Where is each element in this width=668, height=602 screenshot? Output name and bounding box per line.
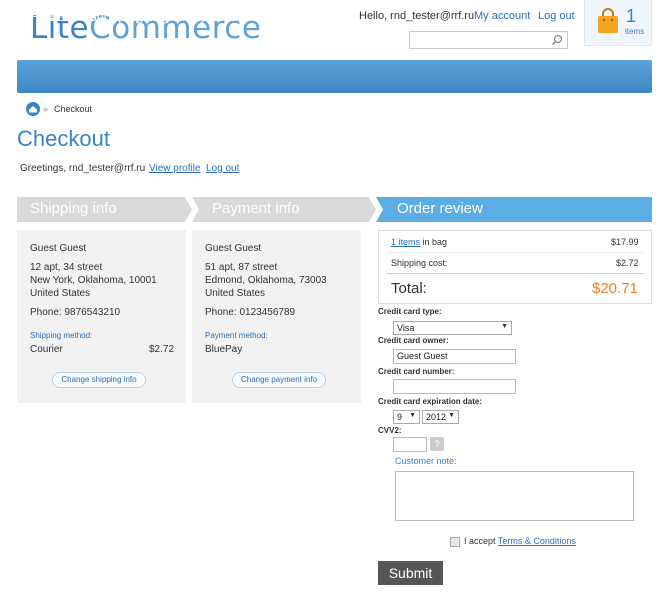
step-shipping[interactable]: Shipping info [30, 200, 117, 217]
cvv-label: CVV2: [378, 426, 402, 435]
greeting-text: Greetings, rnd_tester@rrf.ru [20, 163, 146, 174]
card-type-select[interactable]: Visa ▼ [393, 321, 512, 335]
nav-contact-us[interactable]: Contact us [279, 9, 341, 24]
shipping-method-label: Shipping method: [30, 331, 93, 340]
payment-method-label: Payment method: [205, 331, 268, 340]
customer-note-textarea[interactable] [395, 471, 634, 521]
shipping-address2: New York, Oklahoma, 10001 [30, 275, 157, 286]
card-number-input[interactable] [393, 379, 516, 394]
card-owner-label: Credit card owner: [378, 336, 449, 345]
payment-phone: Phone: 0123456789 [205, 307, 296, 318]
items-suffix: in bag [422, 237, 448, 247]
total-value: $20.71 [592, 280, 638, 297]
items-link[interactable]: 1 items [391, 237, 420, 247]
cart-items-label: items [625, 27, 645, 36]
shipping-method-price: $2.72 [149, 344, 175, 355]
terms-link[interactable]: Terms & Conditions [498, 536, 576, 546]
exp-year-select[interactable]: 2012 ▼ [422, 410, 459, 424]
shipping-name: Guest Guest [30, 243, 87, 254]
card-type-label: Credit card type: [378, 307, 442, 316]
shipping-address1: 12 apt, 34 street [30, 262, 103, 273]
breadcrumb-separator: » [43, 104, 49, 114]
payment-country: United States [205, 288, 266, 299]
shipping-method: Courier [30, 344, 63, 355]
accept-terms-checkbox[interactable] [450, 537, 460, 547]
shipping-cost-label: Shipping cost: [391, 258, 448, 268]
step-payment[interactable]: Payment info [212, 200, 300, 217]
chevron-down-icon: ▼ [448, 412, 455, 419]
divider [386, 252, 645, 253]
shipping-phone: Phone: 9876543210 [30, 307, 121, 318]
payment-method: BluePay [205, 344, 243, 355]
nav-shopping-bag[interactable]: Shopping bag [88, 9, 168, 24]
items-in-bag: 1 items in bag [391, 237, 447, 247]
divider [386, 273, 645, 274]
total-label: Total: [391, 280, 427, 297]
accept-text: I accept [464, 536, 496, 546]
nav-my-account[interactable]: My account [189, 9, 255, 24]
my-account-link[interactable]: My account [474, 10, 530, 22]
cvv-input[interactable] [393, 437, 427, 452]
log-out-link[interactable]: Log out [538, 10, 575, 22]
breadcrumb-current: Checkout [54, 104, 93, 114]
search-icon[interactable] [551, 34, 563, 46]
card-number-label: Credit card number: [378, 367, 455, 376]
step-review: Order review [397, 200, 483, 217]
view-profile-link[interactable]: View profile [149, 163, 201, 174]
hello-text: Hello, rnd_tester@rrf.ru [359, 10, 475, 22]
card-owner-input[interactable]: Guest Guest [393, 349, 516, 364]
payment-name: Guest Guest [205, 243, 262, 254]
search-input[interactable] [409, 31, 568, 49]
main-nav [17, 60, 652, 93]
payment-address2: Edmond, Oklahoma, 73003 [205, 275, 327, 286]
shipping-country: United States [30, 288, 91, 299]
change-shipping-button[interactable]: Change shipping info [52, 372, 146, 388]
submit-button[interactable]: Submit [378, 561, 443, 585]
accept-terms: I accept Terms & Conditions [464, 536, 576, 546]
card-type-value: Visa [397, 323, 415, 333]
exp-year-value: 2012 [426, 412, 447, 422]
shipping-cost-value: $2.72 [616, 258, 639, 268]
nav-home[interactable]: Home [30, 9, 65, 24]
expiration-label: Credit card expiration date: [378, 397, 483, 406]
page-title: Checkout [17, 126, 110, 151]
mini-cart[interactable]: 1 items [584, 0, 652, 46]
chevron-down-icon: ▼ [409, 412, 416, 419]
chevron-down-icon: ▼ [501, 323, 508, 330]
payment-address1: 51 apt, 87 street [205, 262, 278, 273]
greeting-log-out-link[interactable]: Log out [206, 163, 239, 174]
items-price: $17.99 [611, 237, 639, 247]
exp-month-select[interactable]: 9 ▼ [393, 410, 420, 424]
exp-month-value: 9 [397, 412, 403, 422]
change-payment-button[interactable]: Change payment info [232, 372, 326, 388]
cvv-help-icon[interactable]: ? [430, 437, 444, 451]
customer-note-label: Customer note: [395, 456, 457, 466]
shopping-bag-icon [598, 8, 618, 33]
home-icon[interactable] [26, 102, 40, 116]
cart-count: 1 [626, 6, 637, 26]
